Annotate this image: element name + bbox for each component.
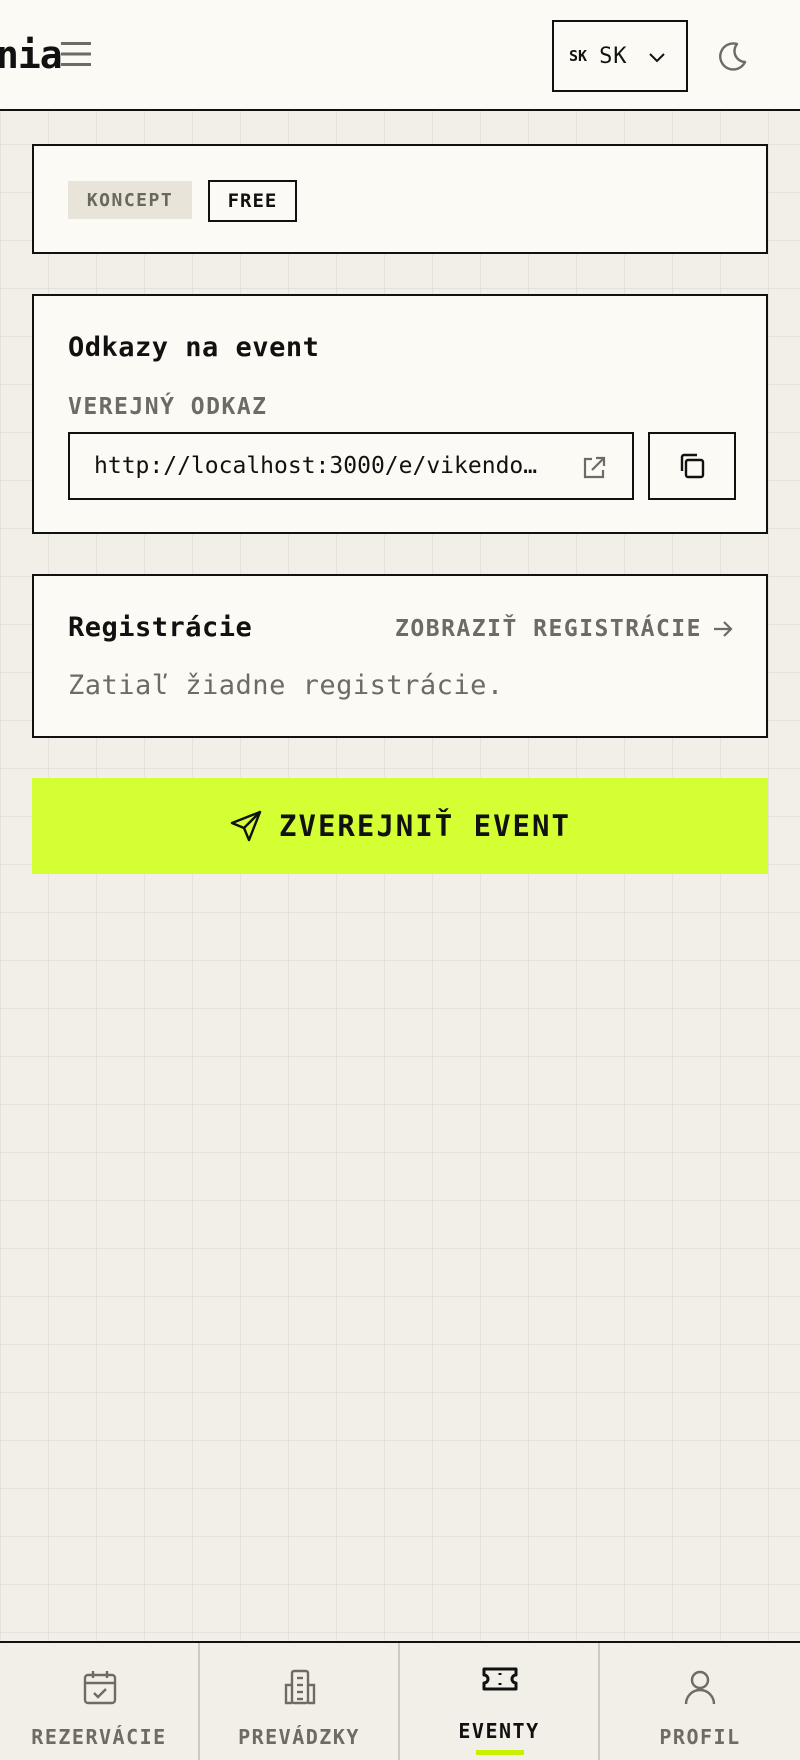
nav-label-events: EVENTY [458, 1719, 540, 1743]
nav-label-profile: PROFIL [659, 1725, 741, 1749]
menu-icon[interactable] [60, 40, 92, 68]
public-link-value[interactable]: http://localhost:3000/e/vikendo… [94, 453, 564, 479]
price-badge: FREE [208, 180, 297, 222]
top-bar: nia SK SK [0, 0, 800, 111]
chevron-down-icon [649, 53, 665, 63]
publish-event-button[interactable]: ZVEREJNIŤ EVENT [32, 778, 768, 874]
publish-event-label: ZVEREJNIŤ EVENT [279, 809, 571, 843]
nav-item-venues[interactable]: PREVÁDZKY [200, 1643, 400, 1760]
event-links-card: Odkazy na event VEREJNÝ ODKAZ http://loc… [32, 294, 768, 534]
nav-label-reservations: REZERVÁCIE [31, 1725, 167, 1749]
status-badge: KONCEPT [68, 181, 192, 219]
public-link-field[interactable]: http://localhost:3000/e/vikendo… [68, 432, 634, 500]
language-flag-code: SK [569, 47, 588, 65]
registrations-title: Registrácie [68, 612, 253, 643]
nav-label-venues: PREVÁDZKY [238, 1725, 360, 1749]
bottom-navigation: REZERVÁCIE PREVÁDZKY EVENTY PROFIL [0, 1641, 800, 1760]
links-title: Odkazy na event [68, 332, 320, 363]
language-select[interactable]: SK SK [552, 20, 688, 92]
external-link-icon[interactable] [580, 454, 608, 482]
active-tab-indicator [476, 1750, 524, 1755]
building-icon [284, 1669, 316, 1705]
nav-item-events[interactable]: EVENTY [400, 1643, 600, 1760]
view-registrations-label: ZOBRAZIŤ REGISTRÁCIE [395, 616, 702, 642]
copy-link-button[interactable] [648, 432, 736, 500]
public-link-label: VEREJNÝ ODKAZ [68, 394, 268, 420]
language-label: SK [599, 43, 628, 69]
user-icon [684, 1670, 716, 1705]
calendar-check-icon [83, 1671, 117, 1705]
registrations-card: Registrácie ZOBRAZIŤ REGISTRÁCIE Zatiaľ … [32, 574, 768, 738]
ticket-icon [482, 1667, 518, 1691]
arrow-right-icon [714, 621, 733, 637]
view-registrations-link[interactable]: ZOBRAZIŤ REGISTRÁCIE [395, 616, 734, 642]
registrations-empty-text: Zatiaľ žiadne registrácie. [68, 670, 504, 701]
theme-toggle[interactable] [712, 38, 752, 74]
event-status-card: KONCEPT FREE [32, 144, 768, 254]
app-logo[interactable]: nia [0, 32, 63, 78]
nav-item-reservations[interactable]: REZERVÁCIE [0, 1643, 200, 1760]
nav-item-profile[interactable]: PROFIL [600, 1643, 800, 1760]
send-icon [230, 810, 262, 842]
copy-icon [680, 453, 705, 479]
moon-icon [719, 42, 747, 71]
